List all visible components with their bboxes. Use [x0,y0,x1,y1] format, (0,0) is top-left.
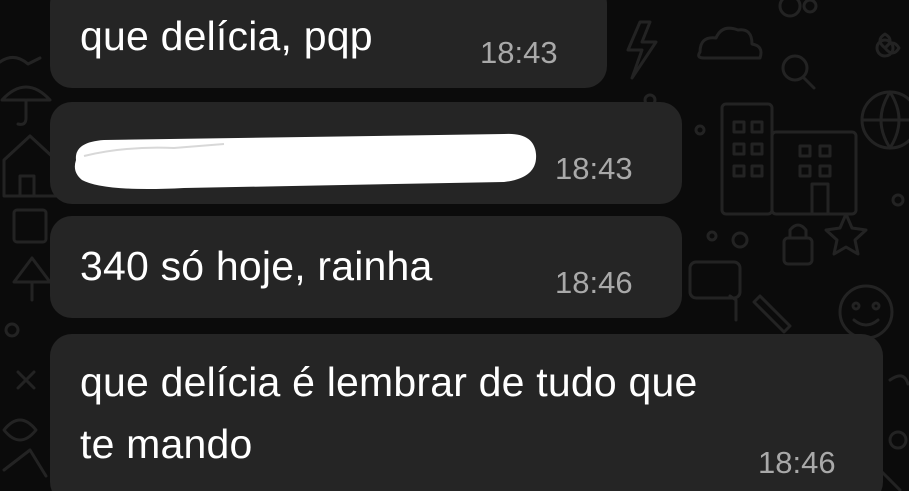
message-timestamp: 18:43 [555,151,633,186]
message-timestamp: 18:43 [480,35,558,70]
message-bubble-1[interactable]: que delícia, pqp 18:43 [50,0,607,88]
message-text-line-2: te mando [80,421,253,467]
message-text: 340 só hoje, rainha [80,243,433,289]
magnifier-icon [781,54,816,90]
message-bubble-3[interactable]: 340 só hoje, rainha 18:46 [50,216,682,318]
message-bubble-4[interactable]: que delícia é lembrar de tudo que te man… [50,334,883,491]
pencil-icon [728,294,792,334]
card-icon [688,260,742,300]
cross-icon [16,370,36,390]
cloud-icon [697,26,763,60]
smiley-face-icon [838,284,894,340]
box-icon [12,208,48,244]
flower-icon [875,32,901,58]
house-icon [2,134,58,198]
redaction-scribble [74,133,537,189]
tree-icon [12,256,52,302]
message-bubble-2[interactable]: 18:43 [50,102,682,204]
message-timestamp: 18:46 [555,265,633,300]
message-text: que delícia, pqp [80,13,373,59]
lock-icon [782,223,814,266]
star-icon [824,212,868,256]
chat-window: que delícia, pqp 18:43 18:43 340 só hoje… [0,0,909,491]
message-timestamp: 18:46 [758,445,836,480]
globe-icon [860,90,909,150]
umbrella-icon [0,85,52,126]
lightning-icon [626,20,658,80]
buildings-icon [720,102,858,216]
gear-icon [778,0,818,18]
message-text-line-1: que delícia é lembrar de tudo que [80,359,698,405]
